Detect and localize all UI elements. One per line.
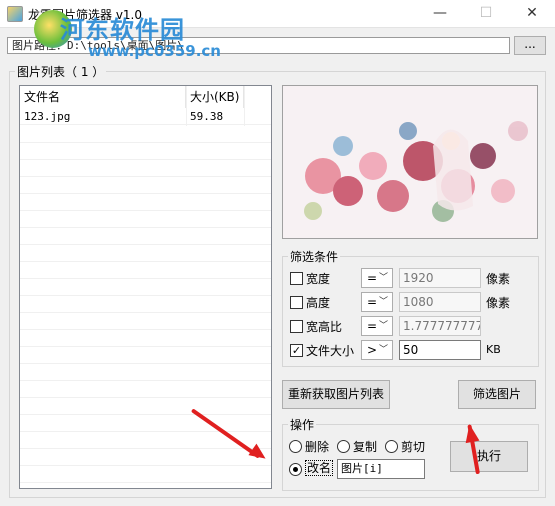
width-operator: = xyxy=(367,271,378,285)
filter-group-label: 筛选条件 xyxy=(288,248,341,265)
ratio-input[interactable]: 1.7777777777 xyxy=(399,316,481,336)
rename-pattern-input[interactable]: 图片[i] xyxy=(337,459,425,479)
ratio-operator-select[interactable]: = ﹀ xyxy=(361,316,393,336)
image-list-label: 图片列表（ 1 ） xyxy=(15,63,107,80)
rename-radio[interactable] xyxy=(289,463,302,476)
copy-radio[interactable] xyxy=(337,440,350,453)
checkbox-checked-icon: ✓ xyxy=(291,344,302,357)
preview-artwork xyxy=(283,86,537,238)
filesize-input[interactable]: 50 xyxy=(399,340,481,360)
height-checkbox[interactable] xyxy=(290,296,303,309)
column-header-name[interactable]: 文件名 xyxy=(20,86,186,108)
delete-radio[interactable] xyxy=(289,440,302,453)
filesize-unit: KB xyxy=(486,343,501,356)
width-operator-select[interactable]: = ﹀ xyxy=(361,268,393,288)
cut-label: 剪切 xyxy=(401,440,426,454)
width-label: 宽度 xyxy=(306,272,331,286)
dropdown-arrow-icon: ﹀ xyxy=(378,297,388,307)
copy-label: 复制 xyxy=(353,440,378,454)
annotation-arrow-head xyxy=(462,422,480,444)
height-unit: 像素 xyxy=(486,296,511,310)
minimize-button[interactable]: — xyxy=(417,0,463,28)
delete-label: 删除 xyxy=(305,440,330,454)
height-operator-select[interactable]: = ﹀ xyxy=(361,292,393,312)
filter-images-button[interactable]: 筛选图片 xyxy=(458,380,536,409)
width-checkbox[interactable] xyxy=(290,272,303,285)
ratio-operator: = xyxy=(367,319,378,333)
file-list[interactable]: 文件名 大小(KB) 123.jpg 59.38 xyxy=(19,85,272,489)
dropdown-arrow-icon: ﹀ xyxy=(378,345,388,355)
browse-button[interactable]: ... xyxy=(514,36,546,55)
image-preview xyxy=(282,85,538,239)
dropdown-arrow-icon: ﹀ xyxy=(378,273,388,283)
maximize-button[interactable]: ☐ xyxy=(463,0,509,28)
filesize-operator-select[interactable]: > ﹀ xyxy=(361,340,393,360)
height-label: 高度 xyxy=(306,296,331,310)
ratio-label: 宽高比 xyxy=(306,320,343,334)
filesize-checkbox[interactable]: ✓ xyxy=(290,344,303,357)
column-header-size[interactable]: 大小(KB) xyxy=(186,86,244,108)
watermark-text: 河东软件园 xyxy=(60,16,185,44)
watermark-url: www.pc0359.cn xyxy=(88,42,221,60)
empty-rows xyxy=(20,126,271,488)
height-input[interactable]: 1080 xyxy=(399,292,481,312)
file-name-cell: 123.jpg xyxy=(24,110,71,123)
cut-radio[interactable] xyxy=(385,440,398,453)
file-size-cell: 59.38 xyxy=(190,110,224,123)
width-input[interactable]: 1920 xyxy=(399,268,481,288)
filesize-operator: > xyxy=(367,343,378,357)
height-operator: = xyxy=(367,295,378,309)
filesize-label: 文件大小 xyxy=(306,344,355,358)
table-row[interactable]: 123.jpg 59.38 xyxy=(20,108,271,125)
close-button[interactable]: ✕ xyxy=(509,0,555,28)
width-unit: 像素 xyxy=(486,272,511,286)
rename-label: 改名 xyxy=(305,460,334,476)
ratio-checkbox[interactable] xyxy=(290,320,303,333)
reload-list-button[interactable]: 重新获取图片列表 xyxy=(282,380,390,409)
operation-group-label: 操作 xyxy=(288,416,317,433)
execute-button[interactable]: 执行 xyxy=(450,441,528,472)
dropdown-arrow-icon: ﹀ xyxy=(378,321,388,331)
app-icon xyxy=(7,6,23,22)
